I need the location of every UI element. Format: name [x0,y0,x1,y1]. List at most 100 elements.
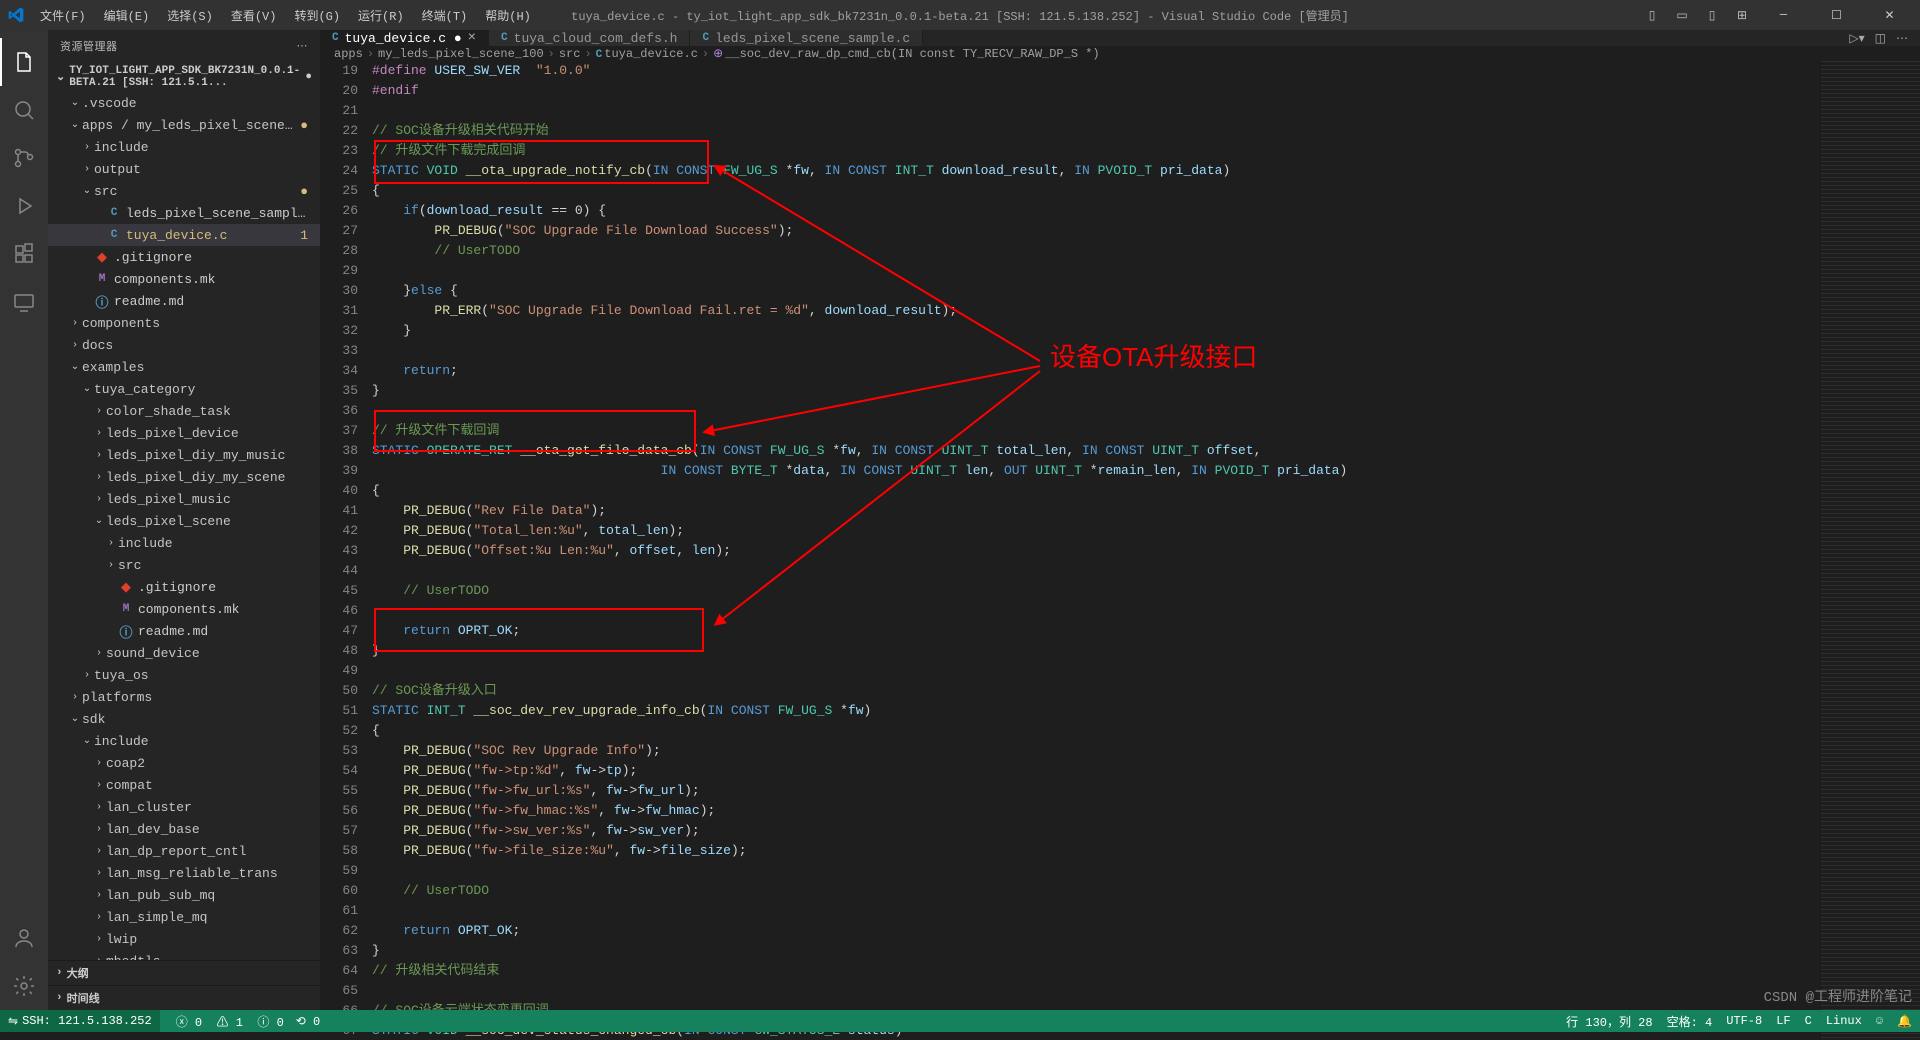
file-tree[interactable]: ⌄.vscode⌄apps / my_leds_pixel_scene_100●… [48,92,320,960]
timeline-section[interactable]: › 时间线 [48,985,320,1010]
activity-explorer[interactable] [0,38,48,86]
tree-file[interactable]: ◆.gitignore [48,576,320,598]
breadcrumb-separator: › [548,47,555,61]
breadcrumb-item[interactable]: my_leds_pixel_scene_100 [378,47,544,61]
more-actions-icon[interactable]: ⋯ [297,39,309,53]
breadcrumb-item[interactable]: src [559,47,581,61]
menu-go[interactable]: 转到(G) [286,3,348,28]
status-language[interactable]: C [1805,1014,1812,1028]
status-feedback-icon[interactable]: ☺ [1876,1014,1883,1028]
minimap[interactable] [1820,61,1920,1040]
tree-folder[interactable]: ⌄examples [48,356,320,378]
close-icon[interactable]: × [468,30,476,46]
tree-folder[interactable]: ›leds_pixel_diy_my_scene [48,466,320,488]
editor-tab[interactable]: Ctuya_cloud_com_defs.h [489,30,690,46]
menu-help[interactable]: 帮助(H) [477,3,539,28]
status-encoding[interactable]: UTF-8 [1726,1014,1762,1028]
menu-select[interactable]: 选择(S) [159,3,221,28]
tree-folder[interactable]: ›lwip [48,928,320,950]
breadcrumb-item[interactable]: apps [334,47,363,61]
outline-section[interactable]: › 大纲 [48,960,320,985]
tree-file[interactable]: ⓘreadme.md [48,620,320,642]
breadcrumb-item[interactable]: Ctuya_device.c [596,47,698,61]
activity-settings[interactable] [0,962,48,1010]
menu-terminal[interactable]: 终端(T) [414,3,476,28]
tree-folder[interactable]: ›components [48,312,320,334]
menu-view[interactable]: 查看(V) [223,3,285,28]
tree-folder[interactable]: ›sound_device [48,642,320,664]
menu-file[interactable]: 文件(F) [32,3,94,28]
tree-folder[interactable]: ›lan_simple_mq [48,906,320,928]
tree-folder[interactable]: ⌄tuya_category [48,378,320,400]
tree-folder[interactable]: ›platforms [48,686,320,708]
run-icon[interactable]: ▷▾ [1849,31,1864,46]
tree-folder[interactable]: ›include [48,532,320,554]
c-file-icon: C [702,32,709,44]
tree-folder[interactable]: ⌄src● [48,180,320,202]
tree-folder[interactable]: ⌄sdk [48,708,320,730]
layout-panel-bottom-icon[interactable]: ▭ [1671,4,1693,26]
tree-file[interactable]: ⓘreadme.md [48,290,320,312]
code-content[interactable]: #define USER_SW_VER "1.0.0" #endif // SO… [372,61,1820,1040]
tree-folder[interactable]: ›lan_pub_sub_mq [48,884,320,906]
tree-folder[interactable]: ›lan_msg_reliable_trans [48,862,320,884]
activity-account[interactable] [0,914,48,962]
status-cursor[interactable]: 行 130，列 28 [1566,1013,1652,1030]
status-bar: ⇋ SSH: 121.5.138.252 ⓧ 0 ⚠ 1 ⓘ 0 ⟲ 0 行 1… [0,1010,1920,1032]
tree-folder[interactable]: ⌄.vscode [48,92,320,114]
tree-folder[interactable]: ›lan_dp_report_cntl [48,840,320,862]
tree-folder[interactable]: ›mbedtls [48,950,320,960]
more-tab-actions-icon[interactable]: ⋯ [1896,31,1908,46]
layout-panel-left-icon[interactable]: ▯ [1641,4,1663,26]
menu-edit[interactable]: 编辑(E) [96,3,158,28]
tree-folder[interactable]: ⌄apps / my_leds_pixel_scene_100● [48,114,320,136]
tree-folder[interactable]: ›color_shade_task [48,400,320,422]
customize-layout-icon[interactable]: ⊞ [1731,4,1753,26]
status-problems[interactable]: ⓧ 0 ⚠ 1 ⓘ 0 [176,1013,284,1030]
tree-folder[interactable]: ›src [48,554,320,576]
activity-extensions[interactable] [0,230,48,278]
tree-folder[interactable]: ⌄leds_pixel_scene [48,510,320,532]
tree-folder[interactable]: ›leds_pixel_diy_my_music [48,444,320,466]
tree-file[interactable]: Mcomponents.mk [48,598,320,620]
tree-folder[interactable]: ›leds_pixel_music [48,488,320,510]
activity-search[interactable] [0,86,48,134]
status-ports[interactable]: ⟲ 0 [296,1014,320,1029]
tree-folder[interactable]: ›lan_cluster [48,796,320,818]
tree-folder[interactable]: ⌄include [48,730,320,752]
tree-file[interactable]: Cleds_pixel_scene_sample.c [48,202,320,224]
window-close[interactable]: ✕ [1867,0,1912,30]
tree-file[interactable]: Mcomponents.mk [48,268,320,290]
status-eol[interactable]: LF [1776,1014,1790,1028]
activity-remote[interactable] [0,278,48,326]
tree-folder[interactable]: ›lan_dev_base [48,818,320,840]
activity-scm[interactable] [0,134,48,182]
menu-run[interactable]: 运行(R) [350,3,412,28]
tree-file[interactable]: Ctuya_device.c1 [48,224,320,246]
layout-panel-right-icon[interactable]: ▯ [1701,4,1723,26]
tree-folder[interactable]: ›include [48,136,320,158]
tree-folder[interactable]: ›output [48,158,320,180]
editor-tab[interactable]: Cleds_pixel_scene_sample.c [690,30,923,46]
tree-folder[interactable]: ›docs [48,334,320,356]
activity-debug[interactable] [0,182,48,230]
breadcrumb[interactable]: apps›my_leds_pixel_scene_100›src›Ctuya_d… [320,46,1920,61]
chevron-down-icon: ⌄ [56,70,65,84]
status-os[interactable]: Linux [1826,1014,1862,1028]
window-minimize[interactable]: ─ [1761,0,1806,30]
window-maximize[interactable]: ☐ [1814,0,1859,30]
tree-folder[interactable]: ›coap2 [48,752,320,774]
status-bell-icon[interactable]: 🔔 [1897,1014,1912,1029]
split-editor-icon[interactable]: ◫ [1875,31,1886,46]
tree-folder[interactable]: ›compat [48,774,320,796]
sidebar-project-row[interactable]: ⌄ TY_IOT_LIGHT_APP_SDK_BK7231N_0.0.1-BET… [48,62,320,92]
tree-item-label: color_shade_task [106,404,308,419]
tree-folder[interactable]: ›leds_pixel_device [48,422,320,444]
tree-file[interactable]: ◆.gitignore [48,246,320,268]
tree-folder[interactable]: ›tuya_os [48,664,320,686]
breadcrumb-item[interactable]: ⊕__soc_dev_raw_dp_cmd_cb(IN const TY_REC… [713,46,1100,61]
status-spaces[interactable]: 空格: 4 [1667,1013,1713,1030]
editor-tab[interactable]: Ctuya_device.c ●× [320,30,489,46]
code-editor[interactable]: 19 20 21 22 23 24 25 26 27 28 29 30 31 3… [320,61,1920,1040]
status-remote[interactable]: ⇋ SSH: 121.5.138.252 [0,1010,160,1032]
